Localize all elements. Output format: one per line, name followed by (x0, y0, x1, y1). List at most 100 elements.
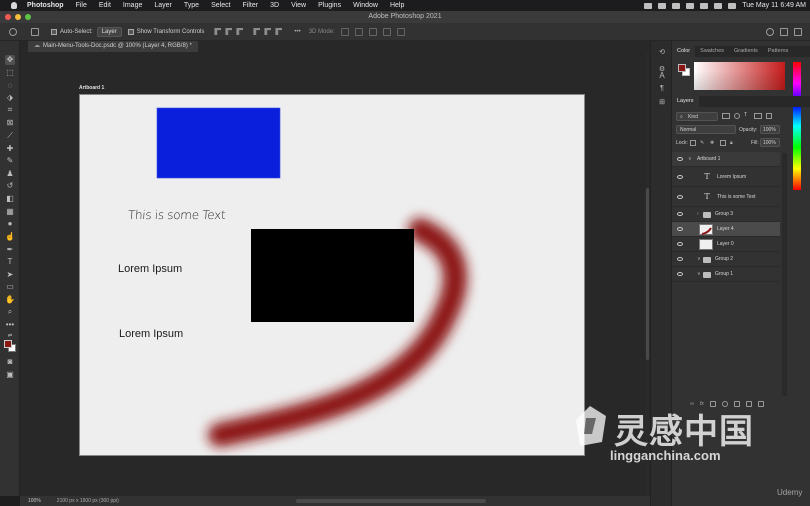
hand-tool-icon[interactable]: ✋ (5, 295, 15, 305)
filter-pixel-icon[interactable] (722, 113, 730, 119)
menu-file[interactable]: File (76, 2, 87, 9)
show-transform-checkbox[interactable] (127, 28, 134, 35)
type-tool-icon[interactable]: T (5, 257, 15, 267)
document-tab[interactable]: ☁ Main-Menu-Tools-Doc.psdc @ 100% (Layer … (28, 41, 198, 52)
align-right-icon[interactable] (236, 28, 244, 35)
align-top-icon[interactable] (253, 28, 261, 35)
control-center-icon[interactable] (728, 2, 737, 9)
chevron-down-icon[interactable]: ∨ (697, 256, 701, 262)
eye-icon[interactable] (677, 195, 683, 199)
eye-icon[interactable] (677, 157, 683, 161)
filter-shape-icon[interactable] (754, 113, 762, 119)
chevron-down-icon[interactable]: ∨ (688, 156, 692, 162)
color-panel-foreground[interactable] (678, 64, 686, 72)
tab-color[interactable]: Color (672, 46, 696, 57)
smudge-tool-icon[interactable]: ☝ (5, 232, 15, 242)
eye-icon[interactable] (677, 175, 683, 179)
horizontal-scroll-thumb[interactable] (296, 499, 486, 503)
filter-adjustment-icon[interactable] (734, 113, 740, 119)
lorem-ipsum-text-2[interactable]: Lorem Ipsum (119, 328, 183, 340)
libraries-panel-icon[interactable]: ⊞ (658, 99, 666, 107)
home-icon[interactable] (9, 27, 17, 36)
history-brush-tool-icon[interactable]: ↺ (5, 181, 15, 191)
align-bottom-icon[interactable] (275, 28, 283, 35)
path-selection-tool-icon[interactable]: ➤ (5, 270, 15, 280)
menu-window[interactable]: Window (353, 2, 378, 9)
marquee-tool-icon[interactable]: ⬚ (5, 68, 15, 78)
document-size[interactable]: 2100 px x 1500 px (300 ppi) (57, 498, 119, 504)
history-panel-icon[interactable]: ⟲ (658, 49, 666, 57)
apple-icon[interactable] (11, 2, 17, 9)
screen-mode-icon[interactable]: ▣ (5, 370, 15, 380)
menu-select[interactable]: Select (211, 2, 230, 9)
eye-icon[interactable] (677, 212, 683, 216)
filter-smartobject-icon[interactable] (766, 113, 772, 119)
chevron-right-icon[interactable]: › (697, 211, 699, 217)
dodge-tool-icon[interactable]: ● (5, 219, 15, 229)
move-tool-icon[interactable] (31, 27, 39, 36)
menu-edit[interactable]: Edit (99, 2, 111, 9)
rectangle-tool-icon[interactable]: ▭ (5, 282, 15, 292)
align-center-icon[interactable] (225, 28, 233, 35)
tab-layers[interactable]: Layers (672, 96, 699, 107)
artboard-label[interactable]: Artboard 1 (79, 85, 104, 91)
eraser-tool-icon[interactable]: ◧ (5, 194, 15, 204)
paragraph-panel-icon[interactable]: ¶ (658, 85, 666, 93)
auto-select-dropdown[interactable]: Layer (96, 26, 122, 37)
more-options-icon[interactable]: ••• (294, 29, 300, 35)
handwritten-text[interactable]: This is some Text (128, 208, 226, 222)
status-icon[interactable] (644, 2, 653, 9)
object-select-tool-icon[interactable]: ⬗ (5, 93, 15, 103)
layer-row-group-1[interactable]: ∨ Group 1 (672, 267, 780, 282)
menu-plugins[interactable]: Plugins (318, 2, 341, 9)
crop-tool-icon[interactable]: ⌗ (5, 105, 15, 115)
scale-3d-icon[interactable] (396, 27, 405, 36)
delete-layer-icon[interactable] (757, 401, 764, 407)
align-middle-icon[interactable] (264, 28, 272, 35)
creative-cloud-icon[interactable] (658, 2, 667, 9)
move-tool-icon[interactable]: ✥ (5, 55, 15, 65)
blend-mode-dropdown[interactable]: Normal (676, 125, 736, 134)
layer-row-layer-0[interactable]: Layer 0 (672, 237, 780, 252)
align-left-icon[interactable] (214, 28, 222, 35)
layer-row-artboard-1[interactable]: ∨ Artboard 1 (672, 152, 780, 167)
stamp-tool-icon[interactable]: ♟ (5, 169, 15, 179)
workspace-icon[interactable] (780, 27, 788, 36)
eye-icon[interactable] (677, 257, 683, 261)
orbit-3d-icon[interactable] (340, 27, 349, 36)
eye-icon[interactable] (677, 242, 683, 246)
lock-transparent-icon[interactable] (690, 140, 696, 146)
frame-tool-icon[interactable]: ⊠ (5, 118, 15, 128)
menu-view[interactable]: View (291, 2, 306, 9)
zoom-window-button[interactable] (25, 14, 31, 20)
lock-artboard-icon[interactable] (720, 140, 726, 146)
lock-position-icon[interactable]: ✥ (710, 140, 714, 146)
brush-tool-icon[interactable]: ✎ (5, 156, 15, 166)
tab-patterns[interactable]: Patterns (763, 46, 793, 57)
quick-mask-icon[interactable]: ◙ (5, 357, 15, 367)
layer-row-group-2[interactable]: ∨ Group 2 (672, 252, 780, 267)
lock-all-icon[interactable]: 🔒︎ (730, 140, 733, 146)
tab-swatches[interactable]: Swatches (695, 46, 729, 57)
status-icon[interactable] (672, 2, 681, 9)
fill-field[interactable]: 100% (760, 138, 780, 147)
layer-filter-dropdown[interactable]: ⌕ Kind (676, 112, 718, 121)
menu-image[interactable]: Image (123, 2, 142, 9)
chevron-down-icon[interactable]: ∨ (697, 271, 701, 277)
share-icon[interactable] (794, 27, 802, 36)
close-window-button[interactable] (5, 14, 11, 20)
foreground-color-swatch[interactable] (4, 340, 12, 348)
filter-type-icon[interactable]: T (744, 112, 747, 118)
roll-3d-icon[interactable] (354, 27, 363, 36)
slide-3d-icon[interactable] (382, 27, 391, 36)
wifi-icon[interactable] (686, 2, 695, 9)
search-icon[interactable] (714, 2, 723, 9)
hue-slider[interactable] (793, 62, 801, 190)
lock-image-icon[interactable]: ✎ (700, 140, 704, 146)
vertical-scroll-thumb[interactable] (646, 188, 649, 360)
layer-row-lorem-ipsum[interactable]: T Lorem Ipsum (672, 167, 780, 187)
battery-icon[interactable] (700, 2, 709, 9)
pan-3d-icon[interactable] (368, 27, 377, 36)
tab-gradients[interactable]: Gradients (729, 46, 763, 57)
eye-icon[interactable] (677, 272, 683, 276)
